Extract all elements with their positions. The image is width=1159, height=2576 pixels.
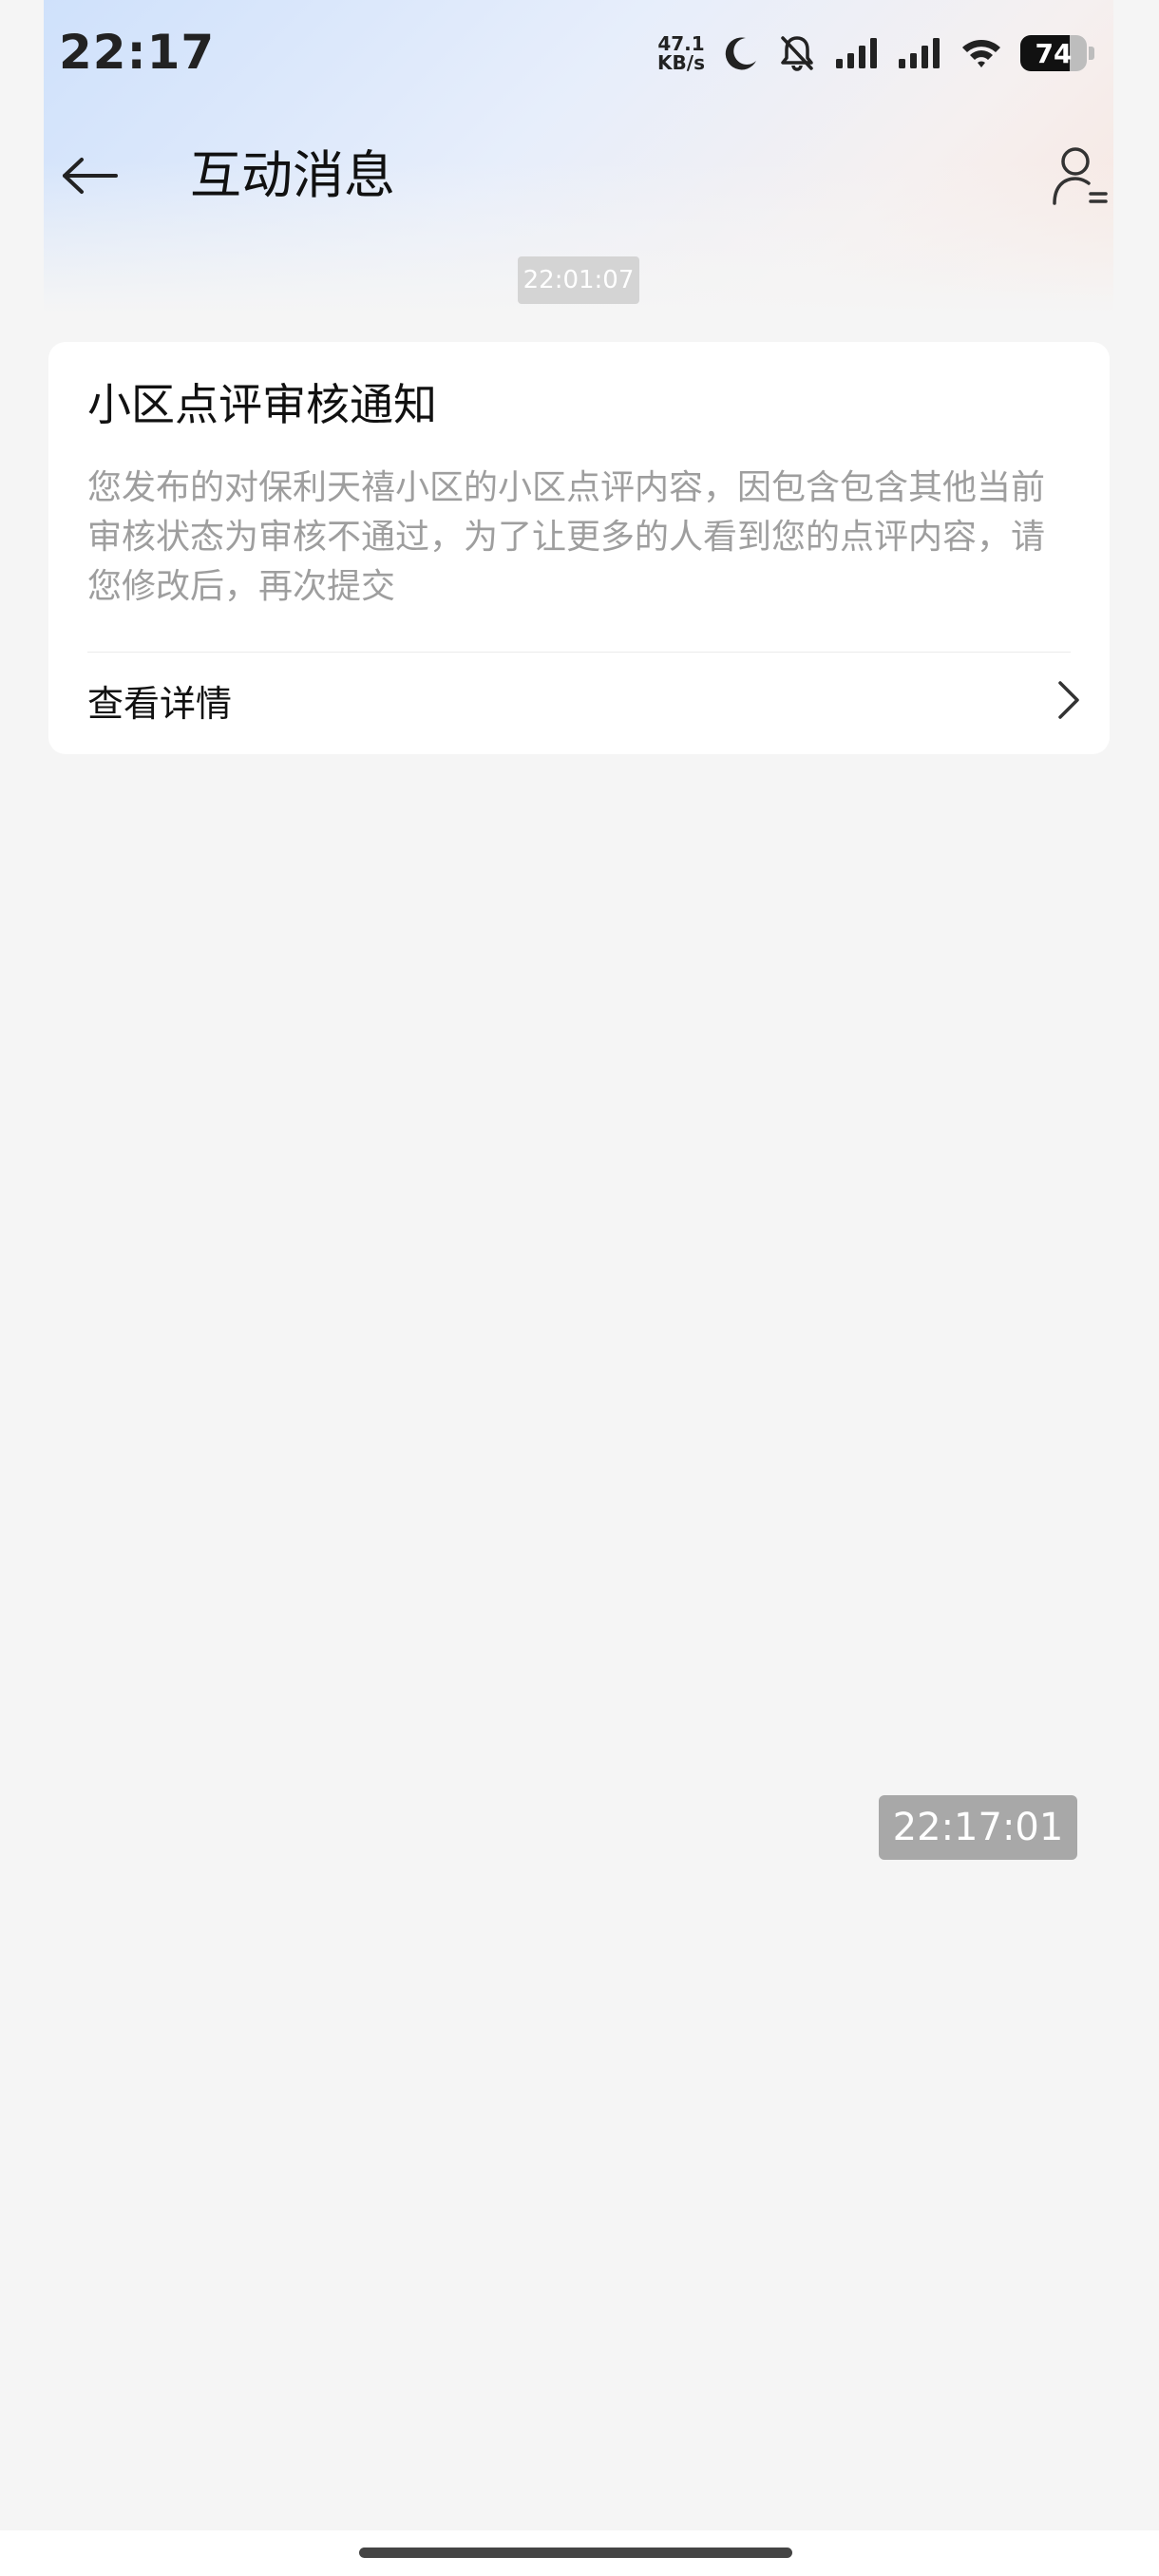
profile-settings-button[interactable]: [1047, 142, 1113, 210]
signal-1-icon: [836, 38, 877, 68]
battery-icon: 74: [1020, 34, 1094, 72]
network-speed-unit: KB/s: [657, 51, 705, 74]
status-icons: 47.1 KB/s 74: [657, 27, 1094, 80]
view-details-link[interactable]: 查看详情: [87, 653, 1083, 748]
status-time: 22:17: [59, 25, 216, 80]
card-title: 小区点评审核通知: [87, 379, 437, 430]
battery-level: 74: [1035, 37, 1073, 69]
notification-card[interactable]: 小区点评审核通知 您发布的对保利天禧小区的小区点评内容，因包含包含其他当前审核状…: [48, 342, 1110, 754]
status-bar: 22:17 47.1 KB/s 74: [0, 0, 1159, 104]
user-settings-icon: [1053, 147, 1108, 205]
message-timestamp-bottom: 22:17:01: [879, 1795, 1077, 1860]
message-timestamp-top: 22:01:07: [518, 256, 639, 304]
back-button[interactable]: [57, 145, 124, 206]
chevron-right-icon: [1058, 681, 1079, 719]
navigation-bar: [0, 2530, 1159, 2576]
moon-icon: [725, 37, 756, 70]
page-title: 互动消息: [190, 145, 395, 205]
bell-off-icon: [781, 36, 813, 71]
wifi-icon: [962, 40, 1000, 67]
home-indicator[interactable]: [359, 2548, 792, 2558]
header: 互动消息: [0, 128, 1159, 223]
signal-2-icon: [899, 38, 940, 68]
card-body: 您发布的对保利天禧小区的小区点评内容，因包含包含其他当前审核状态为审核不通过，为…: [87, 468, 1046, 606]
view-details-label: 查看详情: [87, 682, 233, 725]
network-speed-value: 47.1: [657, 32, 705, 55]
network-speed: 47.1 KB/s: [657, 34, 705, 72]
arrow-left-icon: [63, 158, 118, 194]
